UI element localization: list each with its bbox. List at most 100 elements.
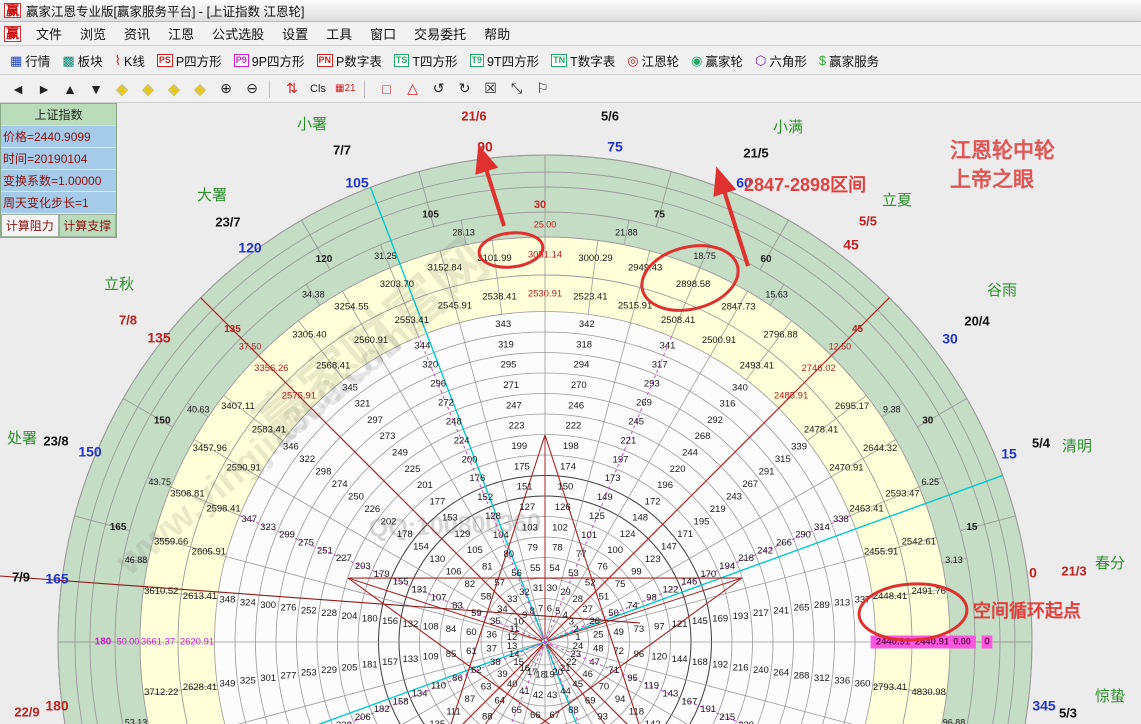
svg-text:177: 177 (429, 496, 445, 507)
menu-item-2[interactable]: 资讯 (115, 22, 159, 45)
tool-square-tool[interactable]: □ (375, 78, 399, 100)
toolbar-button-winner-service[interactable]: $赢家服务 (813, 48, 885, 73)
toolbar-button-kline[interactable]: ⌇K线 (109, 48, 151, 73)
svg-text:2553.41: 2553.41 (395, 315, 429, 326)
svg-text:296: 296 (430, 379, 446, 390)
svg-text:44: 44 (560, 686, 571, 697)
svg-text:3305.40: 3305.40 (292, 329, 326, 340)
svg-text:37: 37 (486, 644, 497, 655)
svg-text:15: 15 (1001, 446, 1017, 462)
svg-text:3559.66: 3559.66 (154, 536, 188, 547)
svg-text:4: 4 (563, 610, 568, 621)
svg-text:34.38: 34.38 (302, 290, 325, 300)
toolbar-button-p-table[interactable]: PNP数字表 (311, 48, 388, 73)
svg-text:295: 295 (501, 360, 517, 371)
9p-square-label: 9P四方形 (252, 51, 305, 70)
svg-text:176: 176 (469, 473, 485, 484)
svg-text:86: 86 (452, 673, 463, 684)
svg-text:198: 198 (563, 441, 579, 452)
calc-support-button[interactable]: 计算支撑 (59, 214, 117, 237)
tool-expand[interactable]: ⤡ (505, 78, 529, 100)
tool-diamond-left[interactable]: ◈ (110, 78, 134, 100)
svg-text:267: 267 (742, 479, 758, 490)
svg-text:85: 85 (446, 649, 457, 660)
svg-text:2628.41: 2628.41 (183, 682, 217, 693)
svg-text:3610.52: 3610.52 (144, 586, 178, 597)
svg-text:46.88: 46.88 (125, 555, 148, 565)
tool-flag[interactable]: ⚐ (531, 78, 555, 100)
menu-item-6[interactable]: 工具 (317, 22, 361, 45)
svg-text:98: 98 (646, 592, 657, 603)
toolbar-button-p-square[interactable]: PSP四方形 (151, 48, 228, 73)
tool-cls[interactable]: Cls (306, 78, 330, 100)
svg-text:3661.37: 3661.37 (141, 637, 175, 648)
svg-text:20/4: 20/4 (964, 313, 990, 328)
svg-text:7/7: 7/7 (333, 142, 351, 157)
quotes-label: 行情 (25, 51, 50, 70)
svg-text:345: 345 (1032, 698, 1056, 714)
menu-item-9[interactable]: 帮助 (475, 22, 519, 45)
svg-text:220: 220 (670, 464, 686, 475)
svg-text:146: 146 (681, 577, 697, 588)
menu-item-0[interactable]: 文件 (27, 22, 71, 45)
tool-triangle-tool[interactable]: △ (401, 78, 425, 100)
svg-text:40.63: 40.63 (187, 405, 210, 415)
menu-item-7[interactable]: 窗口 (361, 22, 405, 45)
tool-diamond-right[interactable]: ◈ (136, 78, 160, 100)
svg-text:277: 277 (281, 670, 297, 681)
tool-calendar[interactable]: ▦21 (332, 78, 359, 100)
tool-box-x[interactable]: ☒ (479, 78, 503, 100)
svg-text:30: 30 (922, 416, 934, 427)
svg-text:150: 150 (557, 482, 573, 493)
tool-zoom-in[interactable]: ⊕ (214, 78, 238, 100)
tool-up[interactable]: ▲ (58, 78, 82, 100)
svg-text:81: 81 (482, 561, 493, 572)
toolbar-button-winner-wheel[interactable]: ◉赢家轮 (685, 48, 749, 73)
tool-down[interactable]: ▼ (84, 78, 108, 100)
svg-text:2568.41: 2568.41 (316, 360, 350, 371)
toolbar-button-t-table[interactable]: TNT数字表 (545, 48, 621, 73)
menu-item-3[interactable]: 江恩 (159, 22, 203, 45)
tool-back[interactable]: ◄ (6, 78, 30, 100)
svg-text:立秋: 立秋 (104, 276, 134, 293)
svg-text:268: 268 (695, 431, 711, 442)
tool-forward[interactable]: ► (32, 78, 56, 100)
svg-text:27: 27 (582, 604, 593, 615)
t-table-icon: TN (551, 54, 567, 67)
svg-text:84: 84 (446, 624, 457, 635)
svg-text:59: 59 (471, 608, 482, 619)
menu-item-1[interactable]: 浏览 (71, 22, 115, 45)
gann-wheel[interactable]: 赢家财富网www.yingjia360.comQQ:10080036012345… (0, 0, 1141, 724)
toolbar-button-sectors[interactable]: ▩板块 (56, 48, 108, 73)
tool-diamond-down[interactable]: ◈ (188, 78, 212, 100)
menu-item-5[interactable]: 设置 (273, 22, 317, 45)
svg-text:26: 26 (589, 616, 600, 627)
svg-text:273: 273 (380, 431, 396, 442)
svg-text:324: 324 (240, 597, 256, 608)
menu-item-4[interactable]: 公式选股 (203, 22, 273, 45)
toolbar-button-9p-square[interactable]: P99P四方形 (228, 48, 311, 73)
svg-text:88: 88 (482, 712, 493, 723)
svg-text:312: 312 (814, 673, 830, 684)
toolbar-button-gann-wheel[interactable]: ◎江恩轮 (621, 48, 685, 73)
svg-text:5/4: 5/4 (1032, 435, 1051, 450)
svg-text:336: 336 (834, 676, 850, 687)
tool-diamond-up[interactable]: ◈ (162, 78, 186, 100)
tool-updown-axis[interactable]: ⇅ (280, 78, 304, 100)
tool-rotate-cw[interactable]: ↻ (453, 78, 477, 100)
tool-rotate-ccw[interactable]: ↺ (427, 78, 451, 100)
menu-item-8[interactable]: 交易委托 (405, 22, 475, 45)
toolbar-button-quotes[interactable]: ▦行情 (4, 48, 56, 73)
svg-text:346: 346 (283, 442, 299, 453)
calc-resistance-button[interactable]: 计算阻力 (1, 214, 59, 237)
svg-text:174: 174 (560, 461, 576, 472)
svg-text:94: 94 (615, 694, 626, 705)
svg-text:178: 178 (397, 529, 413, 540)
tool-zoom-out[interactable]: ⊖ (240, 78, 264, 100)
toolbar-button-t-square[interactable]: TST四方形 (388, 48, 464, 73)
svg-text:15.63: 15.63 (765, 290, 788, 300)
svg-text:221: 221 (620, 435, 636, 446)
svg-text:66: 66 (530, 710, 541, 721)
toolbar-button-9t-square[interactable]: T99T四方形 (464, 48, 546, 73)
toolbar-button-hexagon[interactable]: ⬡六角形 (749, 48, 813, 73)
